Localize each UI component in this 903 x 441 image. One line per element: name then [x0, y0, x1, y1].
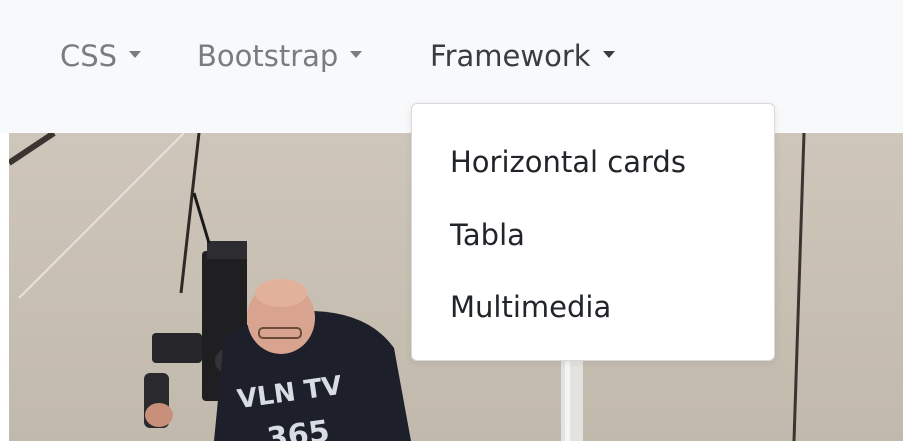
- nav-dropdown-css[interactable]: CSS: [60, 36, 142, 76]
- caret-down-icon: [350, 50, 363, 58]
- caret-down-icon: [129, 50, 142, 58]
- caret-down-icon: [602, 50, 615, 58]
- dropdown-item-multimedia[interactable]: Multimedia: [450, 287, 611, 327]
- nav-item-label: Framework: [430, 39, 591, 73]
- nav-dropdown-framework[interactable]: Framework: [430, 36, 615, 76]
- nav-item-label: Bootstrap: [197, 39, 339, 73]
- page: CSS Bootstrap Framework VLN TV 365 Horiz…: [0, 0, 903, 441]
- dropdown-item-tabla[interactable]: Tabla: [450, 215, 525, 255]
- nav-item-label: CSS: [60, 39, 118, 73]
- framework-dropdown-menu: Horizontal cards Tabla Multimedia: [411, 103, 775, 361]
- dropdown-item-horizontal-cards[interactable]: Horizontal cards: [450, 142, 686, 182]
- nav-dropdown-bootstrap[interactable]: Bootstrap: [197, 36, 363, 76]
